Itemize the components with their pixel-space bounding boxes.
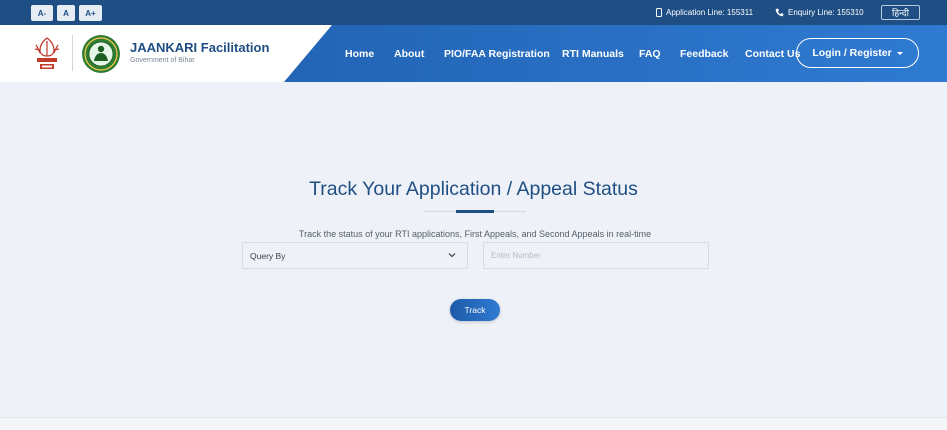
application-line-text: Application Line: 155311	[666, 8, 754, 17]
mobile-phone-icon	[656, 8, 662, 17]
nav-faq[interactable]: FAQ	[639, 25, 661, 82]
chevron-down-icon	[448, 253, 456, 258]
nav-feedback[interactable]: Feedback	[680, 25, 728, 82]
track-button[interactable]: Track	[450, 299, 500, 321]
brand-subtitle: Government of Bihar	[130, 57, 195, 64]
nav-rti-manuals[interactable]: RTI Manuals	[562, 25, 624, 82]
number-input[interactable]	[483, 242, 709, 269]
main-header: JAANKARI Facilitation Government of Biha…	[0, 25, 947, 82]
nav-about[interactable]: About	[394, 25, 424, 82]
nav-pio-faa-registration[interactable]: PIO/FAA Registration	[444, 25, 550, 82]
application-line: Application Line: 155311	[656, 0, 753, 25]
font-normal-button[interactable]: A	[57, 5, 75, 21]
query-by-value: Query By	[250, 250, 286, 261]
top-utility-bar: A- A A+ Application Line: 155311 Enquiry…	[0, 0, 947, 25]
query-by-select[interactable]: Query By	[242, 242, 468, 269]
login-register-label: Login / Register	[812, 47, 892, 59]
phone-icon	[775, 8, 784, 17]
brand-title[interactable]: JAANKARI Facilitation	[130, 40, 269, 55]
page-subtitle: Track the status of your RTI application…	[298, 229, 652, 239]
footer	[0, 418, 947, 430]
brand-panel: JAANKARI Facilitation Government of Biha…	[0, 25, 332, 82]
title-underline-accent	[456, 210, 494, 213]
jaankari-seal-icon	[82, 35, 120, 73]
brand-divider	[72, 35, 73, 71]
bihar-emblem-icon	[34, 37, 60, 69]
chevron-down-icon	[896, 52, 903, 55]
language-toggle-button[interactable]: हिन्दी	[881, 5, 920, 20]
enquiry-line: Enquiry Line: 155310	[775, 0, 864, 25]
nav-home[interactable]: Home	[345, 25, 374, 82]
enquiry-line-text: Enquiry Line: 155310	[788, 8, 864, 17]
font-decrease-button[interactable]: A-	[31, 5, 53, 21]
page-title: Track Your Application / Appeal Status	[309, 178, 638, 200]
nav-contact-us[interactable]: Contact Us	[745, 25, 800, 82]
login-register-button[interactable]: Login / Register	[796, 38, 919, 68]
font-increase-button[interactable]: A+	[79, 5, 102, 21]
